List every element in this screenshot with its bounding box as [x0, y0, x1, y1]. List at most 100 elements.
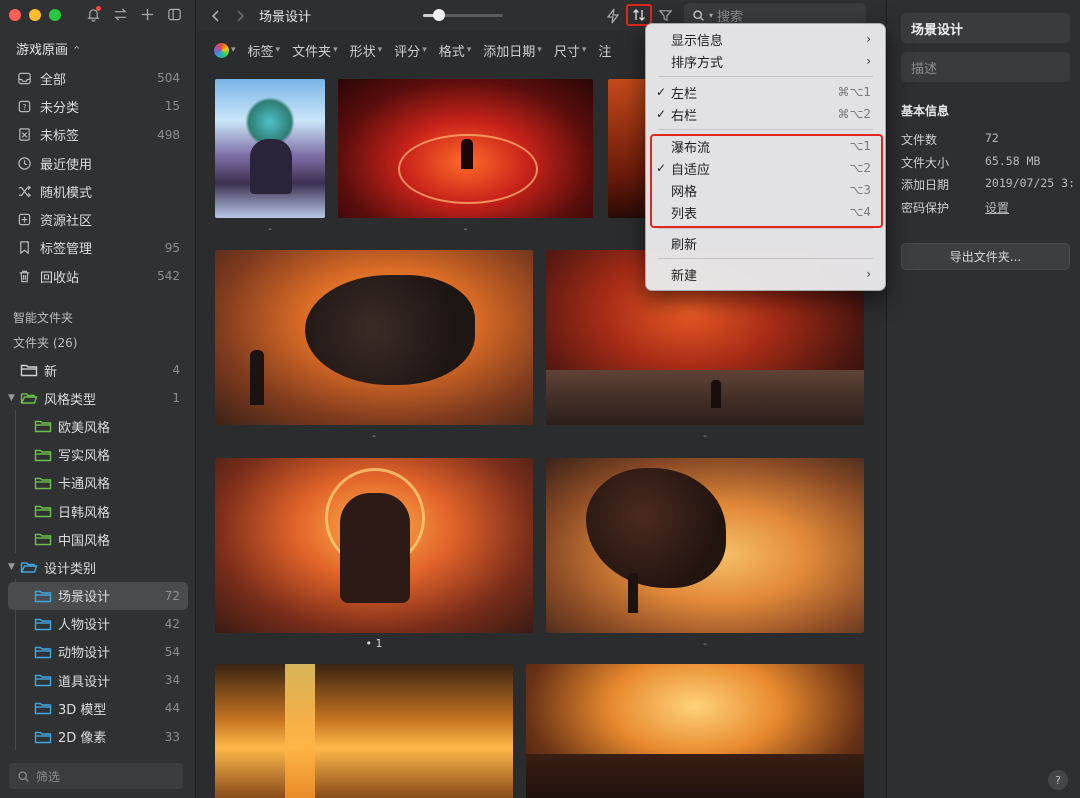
chevron-down-icon[interactable]: ▼ — [8, 562, 20, 572]
folder-item[interactable]: 场景设计 72 — [8, 581, 188, 610]
tag-icon — [16, 240, 32, 256]
menu-item[interactable]: 网格 ⌥3 — [652, 179, 879, 201]
image-thumbnail[interactable] — [215, 458, 533, 633]
export-folder-button[interactable]: 导出文件夹... — [901, 243, 1070, 270]
folder-item[interactable]: 新4 — [8, 356, 188, 384]
image-thumbnail[interactable] — [215, 79, 325, 218]
folder-label: 中国风格 — [58, 533, 111, 549]
sidebar-item-shuffle[interactable]: 随机模式 — [8, 177, 188, 205]
password-setup-link[interactable]: 设置 — [985, 199, 1009, 216]
sidebar-item-count: 504 — [157, 71, 180, 86]
folders-heading[interactable]: 文件夹 (26) — [13, 334, 77, 351]
info-key: 密码保护 — [901, 200, 950, 215]
menu-item[interactable]: 显示信息 › — [652, 28, 879, 50]
quick-action-button[interactable] — [606, 0, 620, 31]
zoom-window-button[interactable] — [49, 9, 61, 21]
forward-button[interactable] — [234, 0, 246, 31]
shuffle-icon — [16, 183, 32, 199]
chevron-left-icon — [211, 9, 219, 22]
filter-chip[interactable]: 添加日期 ▾ — [483, 41, 542, 60]
menu-item[interactable]: 排序方式 › — [652, 50, 879, 72]
sidebar-item-all[interactable]: 全部 504 — [8, 64, 188, 92]
image-thumbnail[interactable] — [215, 664, 513, 798]
chevron-down-icon[interactable]: ▼ — [8, 393, 20, 403]
sidebar-item-untagged[interactable]: 未标签 498 — [8, 121, 188, 149]
folder-label: 3D 模型 — [58, 702, 107, 718]
folder-item[interactable]: 道具设计 34 — [8, 666, 188, 694]
menu-item[interactable]: 列表 ⌥4 — [652, 201, 879, 223]
folder-item[interactable]: 2D 像素 33 — [8, 722, 188, 750]
sidebar-item-count: 542 — [157, 269, 180, 284]
sidebar-item-clock[interactable]: 最近使用 — [8, 149, 188, 177]
filter-chip[interactable]: 文件夹 ▾ — [292, 41, 338, 60]
menu-item[interactable]: ✓ 自适应 ⌥2 — [652, 157, 879, 179]
slider-knob[interactable] — [433, 9, 445, 21]
sidebar-item-label: 未分类 — [40, 100, 80, 116]
add-icon[interactable] — [138, 5, 157, 24]
bell-icon[interactable] — [84, 5, 103, 24]
color-wheel-icon — [214, 42, 229, 58]
help-button[interactable]: ? — [1048, 770, 1068, 790]
folder-item[interactable]: 中国风格 — [8, 525, 188, 553]
filter-chip[interactable]: 格式 ▾ — [439, 41, 472, 60]
menu-item-label: 网格 — [671, 184, 698, 200]
sort-layout-icon — [633, 9, 645, 21]
image-thumbnail[interactable] — [338, 79, 593, 218]
folder-item[interactable]: 欧美风格 — [8, 412, 188, 440]
sidebar-item-tag[interactable]: 标签管理 95 — [8, 234, 188, 262]
sidebar-filter-input[interactable]: 筛选 — [9, 763, 183, 789]
sidebar-item-uncategorized[interactable]: ? 未分类 15 — [8, 92, 188, 120]
thumbnail-caption: - — [703, 637, 707, 650]
menu-item[interactable]: 瀑布流 ⌥1 — [652, 135, 879, 157]
folder-item[interactable]: 日韩风格 — [8, 497, 188, 525]
folder-item[interactable]: 3D 模型 44 — [8, 694, 188, 722]
sidebar-item-label: 随机模式 — [40, 185, 93, 201]
folder-item[interactable]: 动物设计 54 — [8, 638, 188, 666]
sidebar-item-trash[interactable]: 回收站 542 — [8, 262, 188, 290]
menu-item[interactable]: ✓ 左栏 ⌘⌥1 — [652, 81, 879, 103]
folder-tree: 新 4 ▼ 风格类型 1 欧美风格 写实风格 卡通风格 日韩风格 中国风格 ▼ 设计类别 场景设计 72 人… — [8, 356, 188, 751]
sync-icon[interactable] — [111, 5, 130, 24]
folder-item[interactable]: 卡通风格 — [8, 469, 188, 497]
folder-label: 动物设计 — [58, 646, 111, 662]
folder-name-field[interactable]: 场景设计 — [901, 13, 1070, 43]
filter-chip[interactable]: 尺寸 ▾ — [554, 41, 587, 60]
filter-chip[interactable]: 形状 ▾ — [350, 41, 383, 60]
close-window-button[interactable] — [9, 9, 21, 21]
folder-count: 72 — [164, 588, 180, 603]
menu-item-label: 瀑布流 — [671, 140, 711, 156]
sidebar-filter-placeholder: 筛选 — [36, 769, 61, 784]
menu-item[interactable]: 新建 › — [652, 263, 879, 285]
image-thumbnail[interactable] — [526, 664, 864, 798]
image-thumbnail[interactable] — [608, 79, 648, 218]
library-selector[interactable]: 游戏原画 ⌃ — [16, 39, 81, 58]
filter-chip[interactable]: 标签 ▾ — [248, 41, 281, 60]
thumbnail-size-slider[interactable] — [423, 9, 503, 21]
back-button[interactable] — [210, 0, 222, 31]
thumbnail-caption: • 1 — [365, 637, 383, 650]
menu-item[interactable]: ✓ 右栏 ⌘⌥2 — [652, 103, 879, 125]
filter-chip[interactable]: 评分 ▾ — [394, 41, 427, 60]
sidebar-toggle-icon[interactable] — [165, 5, 184, 24]
description-field[interactable]: 描述 — [901, 52, 1070, 82]
image-thumbnail[interactable] — [215, 250, 533, 425]
folder-item[interactable]: ▼ 风格类型 1 — [8, 384, 188, 412]
basic-info-heading: 基本信息 — [901, 104, 950, 118]
image-thumbnail[interactable] — [546, 458, 864, 633]
filter-chip[interactable]: 注 — [598, 41, 611, 60]
minimize-window-button[interactable] — [29, 9, 41, 21]
chevron-right-icon: › — [866, 267, 871, 281]
folder-item[interactable]: 写实风格 — [8, 441, 188, 469]
folder-item[interactable]: ▼ 设计类别 — [8, 553, 188, 581]
chevron-down-icon: ▾ — [466, 45, 472, 55]
sidebar-item-community[interactable]: 资源社区 — [8, 205, 188, 233]
color-filter[interactable]: ▾ — [214, 42, 236, 58]
folder-label: 风格类型 — [44, 392, 97, 408]
menu-item[interactable]: 刷新 — [652, 232, 879, 254]
smart-folders-heading[interactable]: 智能文件夹 — [13, 309, 73, 326]
folder-item[interactable]: 人物设计 42 — [8, 610, 188, 638]
window-controls — [9, 9, 61, 21]
checkmark-icon: ✓ — [656, 107, 667, 121]
page-title: 场景设计 — [259, 10, 312, 25]
clock-icon — [16, 155, 32, 171]
